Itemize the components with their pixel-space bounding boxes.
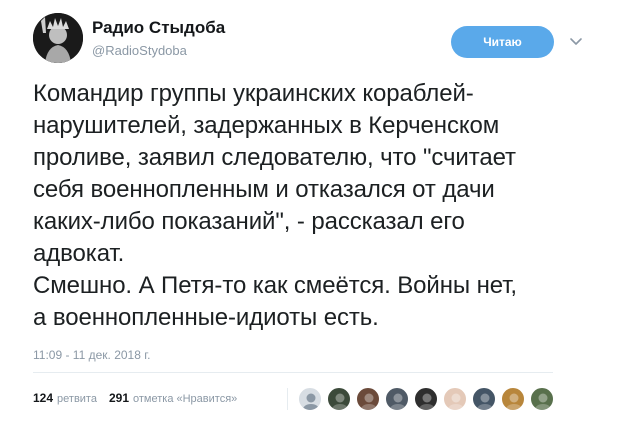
likes-stat[interactable]: 291 отметка «Нравится» [109,391,237,405]
follow-button[interactable]: Читаю [451,26,554,58]
person-icon [447,393,465,410]
stats-separator [287,388,288,410]
person-icon [505,393,523,410]
author-handle[interactable]: @RadioStydoba [92,42,225,60]
author-avatar[interactable] [33,13,83,63]
chevron-down-icon[interactable] [568,34,584,50]
tweet-card: Радио Стыдоба @RadioStydoba Читаю Команд… [0,0,620,432]
person-icon [418,393,436,410]
liker-avatar[interactable] [356,387,380,411]
person-icon [534,393,552,410]
likes-label: отметка «Нравится» [133,393,238,405]
liker-avatar[interactable] [443,387,467,411]
statue-of-liberty-icon [33,13,83,63]
tweet-text: Командир группы украинских кораблей- нар… [33,80,517,331]
liker-avatar[interactable] [501,387,525,411]
person-icon [389,393,407,410]
liker-avatar[interactable] [472,387,496,411]
divider [33,372,553,373]
likes-count: 291 [108,391,129,405]
retweets-label: ретвита [57,393,97,405]
liker-avatar[interactable] [414,387,438,411]
liker-avatar[interactable] [385,387,409,411]
liker-avatar[interactable] [530,387,554,411]
liker-avatar[interactable] [327,387,351,411]
author-info: Радио Стыдоба @RadioStydoba [92,18,225,60]
person-icon [302,393,320,410]
liker-avatar[interactable] [298,387,322,411]
likers-avatars [298,387,559,411]
author-name[interactable]: Радио Стыдоба [92,18,225,38]
person-icon [360,393,378,410]
person-icon [476,393,494,410]
person-icon [331,393,349,410]
retweets-count: 124 [33,391,54,405]
retweets-stat[interactable]: 124 ретвита [33,391,97,405]
tweet-stats: 124 ретвита 291 отметка «Нравится» [33,391,249,405]
tweet-timestamp[interactable]: 11:09 - 11 дек. 2018 г. [33,348,150,362]
